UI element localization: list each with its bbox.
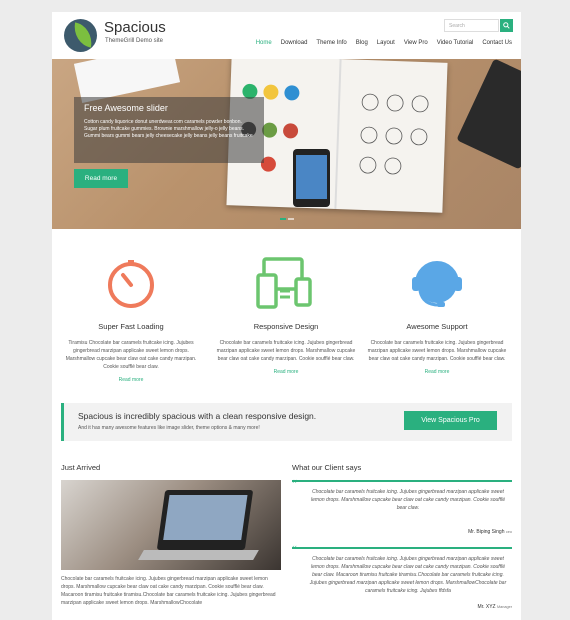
slide-image-phone — [293, 149, 330, 207]
callout-title: Spacious is incredibly spacious with a c… — [78, 411, 317, 421]
slider-pager — [280, 218, 294, 220]
page: Spacious ThemeGrill Demo site Search Hom… — [52, 12, 521, 620]
feature-read-more-link[interactable]: Read more — [61, 377, 201, 383]
view-pro-button[interactable]: View Spacious Pro — [404, 411, 497, 430]
feature-read-more-link[interactable]: Read more — [367, 369, 507, 375]
nav-video-tutorial[interactable]: Video Tutorial — [437, 40, 474, 46]
site-description: ThemeGrill Demo site — [105, 38, 164, 44]
search-input[interactable]: Search — [444, 19, 499, 32]
testimonial-divider — [292, 547, 512, 549]
slide-text: Cotton candy liquorice donut unerdwear.c… — [84, 119, 253, 139]
feature-title: Super Fast Loading — [98, 322, 164, 331]
nav-blog[interactable]: Blog — [356, 40, 368, 46]
author-name: Mr. XYZ — [477, 604, 496, 610]
slider-dot[interactable] — [288, 218, 294, 220]
search-button[interactable] — [500, 19, 513, 32]
sketch-grid-icon — [359, 93, 429, 175]
testimonial-divider — [292, 480, 512, 482]
hero-slider[interactable]: Free Awesome slider Cotton candy liquori… — [52, 59, 521, 229]
devices-icon — [256, 257, 312, 309]
leaf-icon — [71, 22, 95, 48]
slide-caption: Free Awesome slider Cotton candy liquori… — [74, 97, 264, 163]
feature-text: Chocolate bar caramels fruitcake icing. … — [216, 340, 356, 362]
post-excerpt: Chocolate bar caramels fruitcake icing. … — [61, 576, 276, 606]
nav-download[interactable]: Download — [281, 40, 308, 46]
feature-fast-loading: Super Fast Loading Tiramisu Chocolate ba… — [61, 257, 201, 383]
feature-awesome-support: Awesome Support Chocolate bar caramels f… — [367, 257, 507, 375]
nav-home[interactable]: Home — [256, 40, 272, 46]
site-logo[interactable] — [64, 19, 97, 52]
nav-theme-info[interactable]: Theme Info — [316, 40, 346, 46]
slide-title: Free Awesome slider — [84, 103, 168, 113]
callout-banner: Spacious is incredibly spacious with a c… — [61, 403, 512, 441]
site-title[interactable]: Spacious — [104, 19, 166, 36]
nav-contact-us[interactable]: Contact Us — [482, 40, 512, 46]
post-image[interactable] — [61, 480, 281, 570]
search-icon — [503, 22, 510, 29]
author-role: Manager — [497, 605, 512, 609]
c-logo-icon — [282, 123, 299, 139]
feature-title: Responsive Design — [253, 322, 319, 331]
just-arrived-heading: Just Arrived — [61, 463, 101, 472]
author-name: Mr. Biping Singh — [468, 529, 505, 535]
laptop-image — [156, 490, 254, 550]
nav-layout[interactable]: Layout — [377, 40, 395, 46]
slide-read-more-button[interactable]: Read more — [74, 169, 128, 188]
testimonial-author: Mr. XYZ Manager — [478, 604, 512, 610]
nav-view-pro[interactable]: View Pro — [404, 40, 428, 46]
headset-icon — [412, 261, 462, 307]
testimonial-author: Mr. Biping Singh ceo — [468, 529, 512, 535]
testimonial-text: Chocolate bar caramels fruitcake icing. … — [311, 489, 505, 511]
callout-subtitle: And it has many awesome features like im… — [78, 425, 260, 431]
testimonials-heading: What our Client says — [292, 463, 362, 472]
feature-title: Awesome Support — [406, 322, 468, 331]
c-logo-icon — [284, 85, 300, 101]
feature-text: Chocolate bar caramels fruitcake icing. … — [367, 340, 507, 362]
slider-dot[interactable] — [280, 218, 286, 220]
c-logo-icon — [263, 84, 279, 100]
slide-image-tablet — [456, 59, 521, 170]
feature-responsive-design: Responsive Design Chocolate bar caramels… — [216, 257, 356, 375]
main-nav: Home Download Theme Info Blog Layout Vie… — [247, 40, 512, 46]
testimonial-text: Chocolate bar caramels fruitcake icing. … — [309, 556, 507, 594]
quote-icon: “ — [292, 478, 297, 490]
quote-icon: “ — [292, 544, 297, 556]
feature-text: Tiramisu Chocolate bar caramels fruitcak… — [65, 340, 197, 370]
c-logo-icon — [261, 122, 278, 138]
feature-read-more-link[interactable]: Read more — [216, 369, 356, 375]
speedometer-icon — [108, 260, 154, 308]
author-role: ceo — [505, 530, 512, 534]
